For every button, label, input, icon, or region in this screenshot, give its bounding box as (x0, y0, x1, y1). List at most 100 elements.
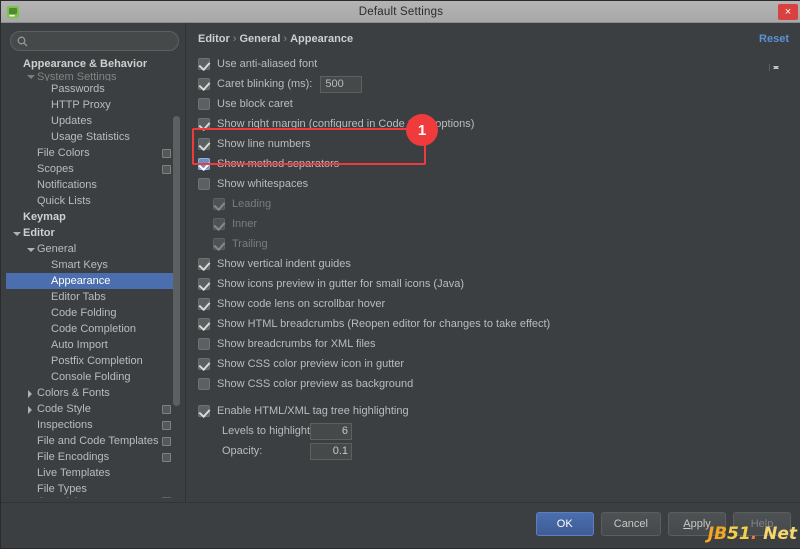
option-row-leading: Leading (198, 195, 791, 213)
tree-spacer (40, 293, 49, 302)
chevron-right-icon[interactable] (26, 389, 35, 398)
option-row-show-whitespaces: Show whitespaces (198, 175, 791, 193)
search-box[interactable] (10, 31, 179, 51)
reset-link[interactable]: Reset (759, 31, 789, 47)
sidebar-item-auto-import[interactable]: Auto Import (6, 337, 178, 353)
sidebar-item-copyright[interactable]: Copyright (6, 497, 178, 498)
tree-spacer (40, 325, 49, 334)
settings-tree[interactable]: Appearance & BehaviorSystem SettingsPass… (6, 56, 178, 498)
cancel-button[interactable]: Cancel (601, 512, 661, 536)
breadcrumb-item-general[interactable]: General (239, 33, 280, 45)
spinner-value-input[interactable] (311, 424, 351, 439)
sidebar-scrollbar-track[interactable] (176, 56, 183, 498)
checkbox-show-right-margin-configured-in-code-style-o[interactable] (198, 118, 210, 130)
option-label: Leading (232, 198, 271, 210)
sidebar-item-file-colors[interactable]: File Colors (6, 145, 178, 161)
chevron-right-icon[interactable] (26, 497, 35, 498)
sidebar-item-updates[interactable]: Updates (6, 113, 178, 129)
help-button[interactable]: Help (733, 512, 791, 536)
checkbox-use-anti-aliased-font[interactable] (198, 58, 210, 70)
sidebar-item-console-folding[interactable]: Console Folding (6, 369, 178, 385)
sidebar-item-file-and-code-templates[interactable]: File and Code Templates (6, 433, 178, 449)
dialog-footer: OKCancelApplyHelp JB51. Net (1, 502, 800, 548)
sidebar-item-label: HTTP Proxy (51, 97, 178, 113)
sidebar-item-usage-statistics[interactable]: Usage Statistics (6, 129, 178, 145)
sidebar-item-keymap[interactable]: Keymap (6, 209, 178, 225)
sidebar-item-passwords[interactable]: Passwords (6, 81, 178, 97)
tree-spacer (26, 165, 35, 174)
tree-spacer (26, 181, 35, 190)
sidebar-item-label: Auto Import (51, 337, 178, 353)
sidebar-item-scopes[interactable]: Scopes (6, 161, 178, 177)
breadcrumb-item-appearance[interactable]: Appearance (290, 33, 353, 45)
sidebar-item-live-templates[interactable]: Live Templates (6, 465, 178, 481)
sidebar-item-smart-keys[interactable]: Smart Keys (6, 257, 178, 273)
checkbox-show-css-color-preview-as-background[interactable] (198, 378, 210, 390)
sidebar-item-label: Console Folding (51, 369, 178, 385)
sidebar-item-editor-tabs[interactable]: Editor Tabs (6, 289, 178, 305)
option-label: Show HTML breadcrumbs (Reopen editor for… (217, 318, 550, 330)
checkbox-use-block-caret[interactable] (198, 98, 210, 110)
sidebar-item-file-encodings[interactable]: File Encodings (6, 449, 178, 465)
breadcrumb-item-editor[interactable]: Editor (198, 33, 230, 45)
sidebar-scrollbar-thumb[interactable] (173, 116, 180, 406)
option-label: Show vertical indent guides (217, 258, 351, 270)
option-row-show-right-margin-configured-in-code-style-o: Show right margin (configured in Code St… (198, 115, 791, 133)
checkbox-caret-blinking-ms[interactable] (198, 78, 210, 90)
sidebar-item-file-types[interactable]: File Types (6, 481, 178, 497)
title-bar: Default Settings × (1, 1, 800, 23)
option-row-show-css-color-preview-icon-in-gutter: Show CSS color preview icon in gutter (198, 355, 791, 373)
sidebar-item-label: Appearance (51, 273, 178, 289)
sidebar-item-code-completion[interactable]: Code Completion (6, 321, 178, 337)
option-row-show-code-lens-on-scrollbar-hover: Show code lens on scrollbar hover (198, 295, 791, 313)
checkbox-show-method-separators[interactable] (198, 158, 210, 170)
checkbox-show-css-color-preview-icon-in-gutter[interactable] (198, 358, 210, 370)
spinner-levels-to-highlight[interactable] (310, 423, 352, 440)
caret-blinking-input[interactable] (320, 76, 362, 93)
sidebar-item-system-settings[interactable]: System Settings (6, 72, 178, 81)
checkbox-show-html-breadcrumbs-reopen-editor-for-chan[interactable] (198, 318, 210, 330)
spinner-value-input[interactable] (311, 444, 351, 459)
chevron-right-icon[interactable] (26, 405, 35, 414)
chevron-down-icon[interactable] (12, 229, 21, 238)
apply-button[interactable]: Apply (668, 512, 726, 536)
checkbox-enable-html-xml-tag-tree-highlighting[interactable] (198, 405, 210, 417)
sidebar-item-http-proxy[interactable]: HTTP Proxy (6, 97, 178, 113)
checkbox-show-code-lens-on-scrollbar-hover[interactable] (198, 298, 210, 310)
tree-spacer (26, 437, 35, 446)
sidebar-item-notifications[interactable]: Notifications (6, 177, 178, 193)
ok-button[interactable]: OK (536, 512, 594, 536)
sidebar-item-inspections[interactable]: Inspections (6, 417, 178, 433)
sidebar-item-editor[interactable]: Editor (6, 225, 178, 241)
option-row-inner: Inner (198, 215, 791, 233)
sidebar-item-appearance[interactable]: Appearance (6, 273, 178, 289)
breadcrumb-separator: › (233, 33, 237, 45)
checkbox-show-whitespaces[interactable] (198, 178, 210, 190)
close-icon[interactable]: × (778, 4, 798, 20)
search-icon (17, 36, 28, 47)
sidebar-item-appearance-behavior[interactable]: Appearance & Behavior (6, 56, 178, 72)
checkbox-show-line-numbers[interactable] (198, 138, 210, 150)
sidebar-item-label: Updates (51, 113, 178, 129)
sidebar-item-colors-fonts[interactable]: Colors & Fonts (6, 385, 178, 401)
sidebar-item-label: General (37, 241, 178, 257)
sidebar-item-label: Appearance & Behavior (23, 56, 178, 72)
sidebar-item-code-folding[interactable]: Code Folding (6, 305, 178, 321)
option-label: Show icons preview in gutter for small i… (217, 278, 464, 290)
checkbox-show-vertical-indent-guides[interactable] (198, 258, 210, 270)
sidebar-item-quick-lists[interactable]: Quick Lists (6, 193, 178, 209)
sidebar-item-code-style[interactable]: Code Style (6, 401, 178, 417)
checkbox-show-icons-preview-in-gutter-for-small-icons[interactable] (198, 278, 210, 290)
sidebar-item-label: Usage Statistics (51, 129, 178, 145)
sidebar-item-general[interactable]: General (6, 241, 178, 257)
sidebar-item-label: Scopes (37, 161, 162, 177)
sidebar-item-postfix-completion[interactable]: Postfix Completion (6, 353, 178, 369)
settings-main-panel: Editor›General›AppearanceReset Use anti-… (186, 23, 800, 504)
chevron-down-icon[interactable] (26, 245, 35, 254)
chevron-down-icon[interactable] (26, 72, 35, 81)
checkbox-show-breadcrumbs-for-xml-files[interactable] (198, 338, 210, 350)
spinner-opacity[interactable] (310, 443, 352, 460)
option-label: Trailing (232, 238, 268, 250)
search-input[interactable] (28, 35, 178, 47)
spinner-buttons[interactable] (769, 64, 781, 71)
